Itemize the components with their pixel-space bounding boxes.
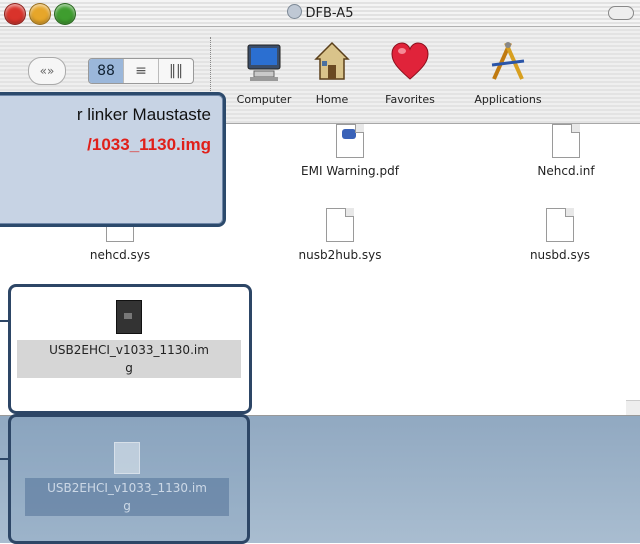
home-icon xyxy=(312,39,352,85)
list-view-button[interactable]: ≡ xyxy=(124,59,159,83)
icon-view-button[interactable]: 88 xyxy=(89,59,124,83)
file-name: nusbd.sys xyxy=(529,248,591,262)
pdf-document-icon xyxy=(336,124,364,158)
highlight-frame-source xyxy=(8,284,252,414)
toolbar-home[interactable]: Home xyxy=(303,39,361,106)
file-item[interactable]: Nehcd.inf xyxy=(496,124,636,178)
document-icon xyxy=(552,124,580,158)
computer-icon xyxy=(244,39,284,85)
back-forward-button[interactable]: «» xyxy=(28,57,66,85)
highlight-frame-destination xyxy=(8,414,250,544)
file-name: EMI Warning.pdf xyxy=(301,164,399,178)
callout-line1: r linker Maustaste xyxy=(76,105,211,124)
leader-line xyxy=(0,320,8,322)
toolbar-home-label: Home xyxy=(315,93,349,106)
toolbar-toggle-button[interactable] xyxy=(608,6,634,20)
file-item[interactable]: nusbd.sys xyxy=(490,208,630,262)
file-name: nehcd.sys xyxy=(89,248,151,262)
toolbar-favorites[interactable]: Favorites xyxy=(373,39,447,106)
window-title-text: DFB-A5 xyxy=(305,6,354,21)
applications-icon xyxy=(488,39,528,85)
file-item[interactable]: EMI Warning.pdf xyxy=(270,124,430,178)
toolbar-applications[interactable]: Applications xyxy=(456,39,560,106)
resize-handle[interactable] xyxy=(626,400,640,415)
window-title: DFB-A5 xyxy=(0,4,640,21)
title-bar[interactable]: DFB-A5 xyxy=(0,0,640,27)
view-switcher: 88 ≡ ‖‖ xyxy=(88,58,194,84)
toolbar-applications-label: Applications xyxy=(474,93,542,106)
leader-line xyxy=(0,458,8,460)
document-icon xyxy=(546,208,574,242)
file-name: Nehcd.inf xyxy=(537,164,595,178)
file-item[interactable]: nusb2hub.sys xyxy=(260,208,420,262)
column-view-button[interactable]: ‖‖ xyxy=(159,59,193,83)
pdf-badge-icon xyxy=(342,129,356,139)
file-name: nusb2hub.sys xyxy=(298,248,382,262)
document-icon xyxy=(326,208,354,242)
toolbar-computer-label: Computer xyxy=(236,93,292,106)
toolbar-favorites-label: Favorites xyxy=(385,93,435,106)
callout-line2: /1033_1130.img xyxy=(87,135,211,154)
heart-icon xyxy=(390,39,430,85)
disk-icon xyxy=(286,4,302,19)
toolbar-computer[interactable]: Computer xyxy=(228,39,300,106)
instruction-callout: r linker Maustaste /1033_1130.img xyxy=(0,92,226,227)
